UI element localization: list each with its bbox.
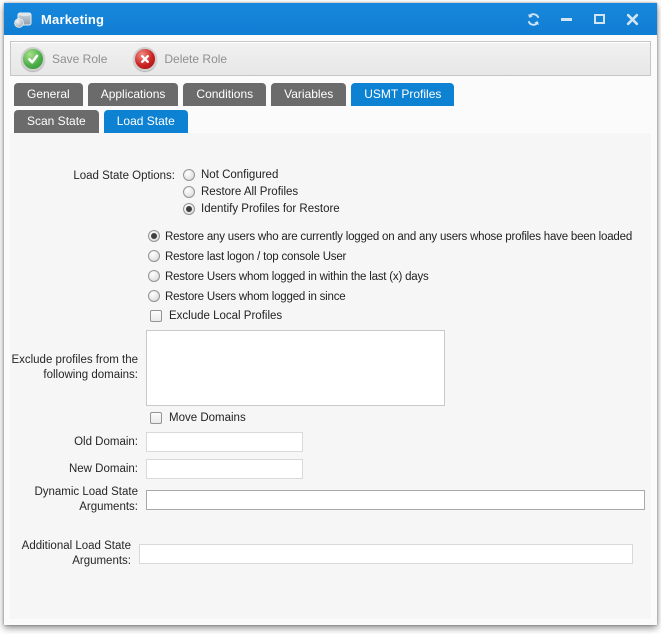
move-domains-checkbox[interactable] [150, 412, 162, 424]
restore-options-group: Restore any users who are currently logg… [148, 230, 651, 305]
tab-general[interactable]: General [14, 83, 83, 106]
exclude-local-profiles-checkbox[interactable] [150, 310, 162, 322]
radio-label: Not Configured [201, 169, 278, 181]
titlebar: Marketing [4, 3, 657, 35]
refresh-icon [526, 12, 541, 27]
dynamic-args-field[interactable] [146, 490, 645, 510]
x-circle-icon [133, 47, 157, 71]
close-icon [626, 13, 639, 26]
close-button[interactable] [617, 7, 647, 31]
maximize-icon [594, 14, 605, 24]
tab-applications[interactable]: Applications [88, 83, 179, 106]
radio-option-restore-logged-on-users[interactable]: Restore any users who are currently logg… [148, 230, 651, 245]
minimize-button[interactable] [551, 7, 581, 31]
tab-row-usmt: Scan State Load State [14, 110, 651, 133]
move-domains-label: Move Domains [169, 412, 246, 424]
exclude-local-profiles-option[interactable]: Exclude Local Profiles [150, 310, 651, 322]
load-state-panel: Load State Options: Not Configured Resto… [10, 133, 651, 619]
additional-args-row: Additional Load State Arguments: [10, 539, 651, 569]
radio-option-restore-last-x-days[interactable]: Restore Users whom logged in within the … [148, 270, 651, 285]
radio-option-identify-profiles[interactable]: Identify Profiles for Restore [183, 203, 340, 215]
new-domain-row: New Domain: [10, 459, 651, 479]
new-domain-field[interactable] [146, 459, 303, 479]
delete-role-button[interactable]: Delete Role [133, 47, 227, 71]
save-role-label: Save Role [52, 52, 107, 66]
minimize-icon [561, 18, 572, 21]
radio-icon[interactable] [183, 186, 195, 198]
window-body: Save Role Delete Role General Applicatio… [4, 35, 657, 625]
tab-variables[interactable]: Variables [271, 83, 346, 106]
move-domains-option[interactable]: Move Domains [150, 412, 651, 424]
tab-row-main: General Applications Conditions Variable… [14, 83, 651, 106]
new-domain-label: New Domain: [10, 462, 146, 477]
old-domain-row: Old Domain: [10, 432, 651, 452]
tab-usmt-profiles[interactable]: USMT Profiles [351, 83, 454, 106]
radio-option-restore-last-logon[interactable]: Restore last logon / top console User [148, 250, 651, 265]
radio-option-restore-all-profiles[interactable]: Restore All Profiles [183, 186, 340, 198]
exclude-domains-row: Exclude profiles from the following doma… [10, 330, 651, 406]
maximize-button[interactable] [584, 7, 614, 31]
exclude-local-profiles-label: Exclude Local Profiles [169, 310, 282, 322]
radio-icon-selected[interactable] [148, 230, 160, 242]
tab-conditions[interactable]: Conditions [183, 83, 266, 106]
window-icon [13, 11, 33, 28]
load-state-options-group: Not Configured Restore All Profiles Iden… [183, 169, 340, 220]
radio-icon[interactable] [148, 270, 160, 282]
marketing-window: Marketing Save Role [4, 3, 657, 625]
radio-icon[interactable] [148, 250, 160, 262]
radio-option-restore-since[interactable]: Restore Users whom logged in since [148, 290, 651, 305]
old-domain-label: Old Domain: [10, 435, 146, 450]
radio-icon[interactable] [183, 169, 195, 181]
exclude-domains-label: Exclude profiles from the following doma… [10, 353, 146, 383]
load-state-options-row: Load State Options: Not Configured Resto… [10, 169, 651, 220]
dynamic-args-row: Dynamic Load State Arguments: [10, 485, 651, 515]
radio-label: Restore any users who are currently logg… [165, 231, 632, 243]
refresh-button[interactable] [518, 7, 548, 31]
tab-scan-state[interactable]: Scan State [14, 110, 99, 133]
delete-role-label: Delete Role [164, 52, 227, 66]
radio-label: Identify Profiles for Restore [201, 203, 340, 215]
toolbar: Save Role Delete Role [10, 41, 651, 76]
old-domain-field[interactable] [146, 432, 303, 452]
additional-args-label: Additional Load State Arguments: [10, 539, 139, 569]
radio-label: Restore last logon / top console User [165, 251, 346, 263]
check-circle-icon [21, 47, 45, 71]
load-state-options-label: Load State Options: [10, 169, 183, 184]
radio-label: Restore All Profiles [201, 186, 298, 198]
tab-load-state[interactable]: Load State [104, 110, 188, 133]
radio-option-not-configured[interactable]: Not Configured [183, 169, 340, 181]
radio-label: Restore Users whom logged in since [165, 291, 345, 303]
save-role-button[interactable]: Save Role [21, 47, 107, 71]
radio-icon-selected[interactable] [183, 203, 195, 215]
radio-icon[interactable] [148, 290, 160, 302]
window-title: Marketing [41, 12, 518, 27]
exclude-domains-textarea[interactable] [146, 330, 445, 406]
additional-args-field[interactable] [139, 544, 633, 564]
dynamic-args-label: Dynamic Load State Arguments: [10, 485, 146, 515]
radio-label: Restore Users whom logged in within the … [165, 271, 429, 283]
